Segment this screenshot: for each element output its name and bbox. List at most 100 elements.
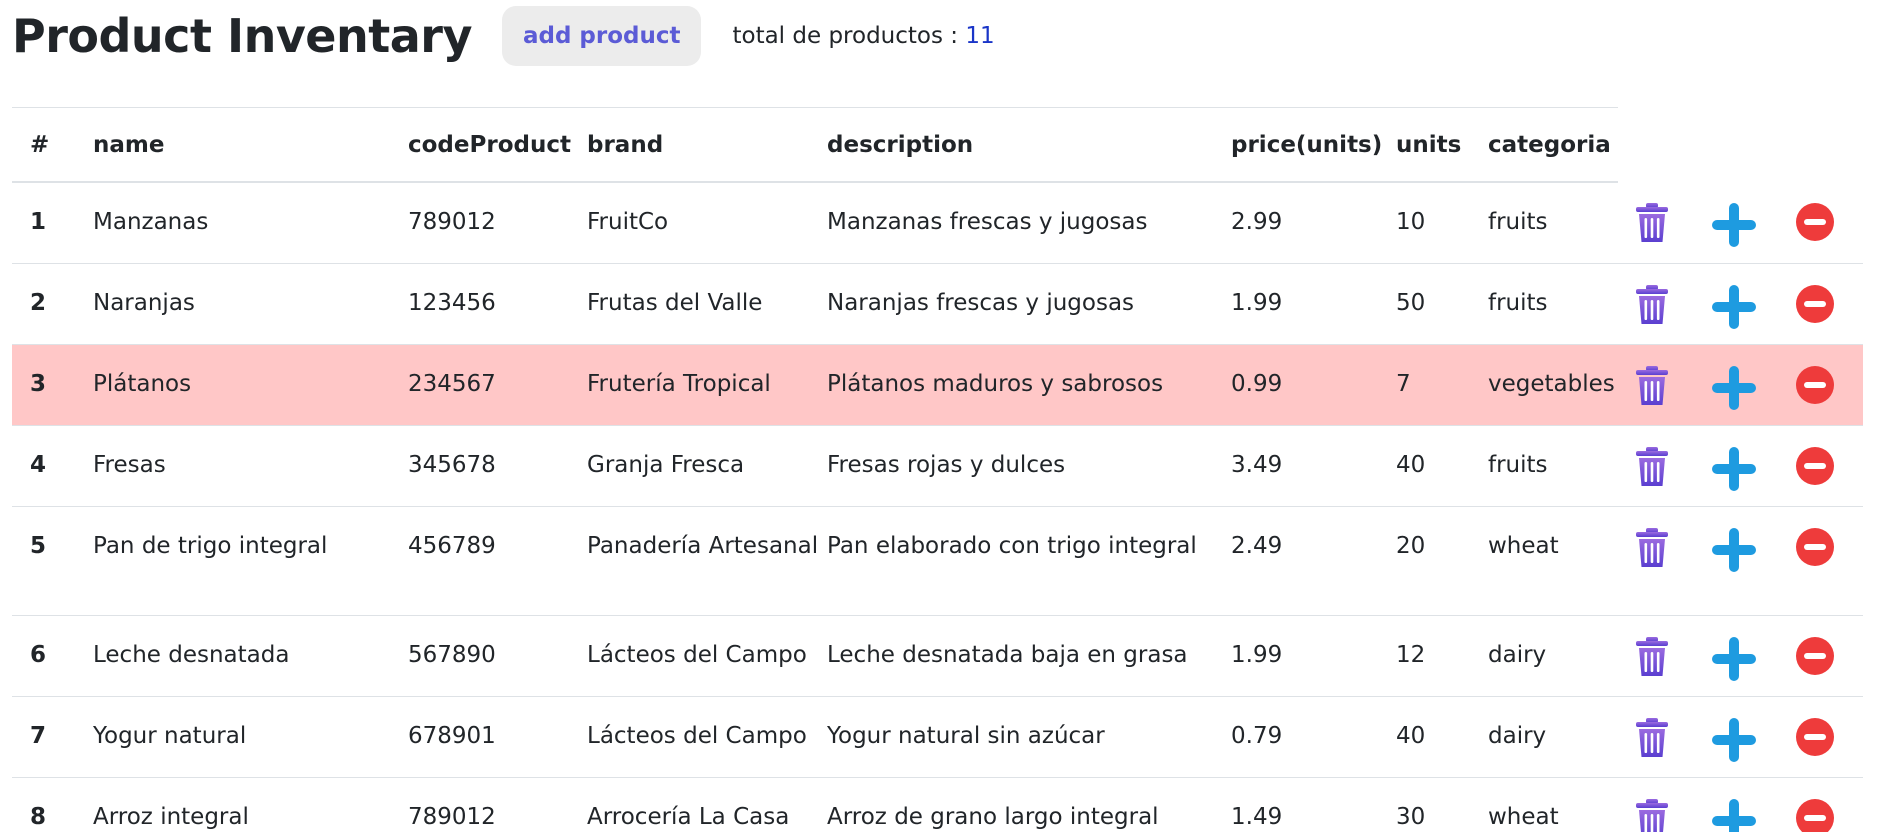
plus-icon[interactable] <box>1711 636 1757 693</box>
plus-icon[interactable] <box>1711 202 1757 259</box>
plus-icon[interactable] <box>1711 446 1757 503</box>
column-header-category: categoria <box>1488 108 1618 183</box>
cell-increase <box>1697 182 1779 264</box>
table-row: 6 Leche desnatada 567890 Lácteos del Cam… <box>12 615 1863 697</box>
trash-icon[interactable] <box>1634 202 1670 255</box>
table-row: 8 Arroz integral 789012 Arrocería La Cas… <box>12 777 1863 832</box>
trash-icon[interactable] <box>1634 527 1670 580</box>
cell-price: 1.99 <box>1231 615 1396 697</box>
trash-icon[interactable] <box>1634 798 1670 832</box>
table-body: 1 Manzanas 789012 FruitCo Manzanas fresc… <box>12 182 1863 832</box>
minus-circle-icon[interactable] <box>1795 284 1835 335</box>
trash-icon[interactable] <box>1634 365 1670 418</box>
page-title: Product Inventary <box>12 9 472 63</box>
cell-category: wheat <box>1488 506 1618 616</box>
cell-code: 789012 <box>408 182 587 264</box>
column-header-units: units <box>1396 108 1488 183</box>
table-header: # name codeProduct brand description pri… <box>12 108 1863 183</box>
column-header-name: name <box>93 108 408 183</box>
cell-number: 1 <box>12 182 93 264</box>
cell-name: Yogur natural <box>93 696 408 778</box>
plus-icon[interactable] <box>1711 365 1757 422</box>
cell-code: 123456 <box>408 263 587 345</box>
table-row: 2 Naranjas 123456 Frutas del Valle Naran… <box>12 263 1863 345</box>
cell-number: 8 <box>12 777 93 832</box>
cell-units: 40 <box>1396 696 1488 778</box>
cell-code: 456789 <box>408 506 587 616</box>
cell-name: Leche desnatada <box>93 615 408 697</box>
cell-name: Arroz integral <box>93 777 408 832</box>
cell-price: 2.99 <box>1231 182 1396 264</box>
minus-circle-icon[interactable] <box>1795 365 1835 416</box>
cell-brand: Frutería Tropical <box>587 344 827 426</box>
total-products-count: 11 <box>965 23 995 49</box>
minus-circle-icon[interactable] <box>1795 446 1835 497</box>
cell-name: Fresas <box>93 425 408 507</box>
cell-category: fruits <box>1488 425 1618 507</box>
column-header-description: description <box>827 108 1231 183</box>
cell-number: 6 <box>12 615 93 697</box>
minus-circle-icon[interactable] <box>1795 636 1835 687</box>
cell-units: 12 <box>1396 615 1488 697</box>
cell-number: 5 <box>12 506 93 616</box>
cell-code: 345678 <box>408 425 587 507</box>
cell-price: 1.99 <box>1231 263 1396 345</box>
cell-brand: Arrocería La Casa <box>587 777 827 832</box>
plus-icon[interactable] <box>1711 717 1757 774</box>
plus-icon[interactable] <box>1711 798 1757 832</box>
cell-description: Naranjas frescas y jugosas <box>827 263 1231 345</box>
cell-delete <box>1618 344 1697 426</box>
cell-decrease <box>1779 263 1863 345</box>
plus-icon[interactable] <box>1711 284 1757 341</box>
trash-icon[interactable] <box>1634 284 1670 337</box>
cell-brand: Panadería Artesanal <box>587 506 827 616</box>
cell-brand: Granja Fresca <box>587 425 827 507</box>
column-header-number: # <box>12 108 93 183</box>
table-row: 5 Pan de trigo integral 456789 Panadería… <box>12 506 1863 616</box>
cell-code: 678901 <box>408 696 587 778</box>
add-product-button[interactable]: add product <box>501 6 702 66</box>
minus-circle-icon[interactable] <box>1795 202 1835 253</box>
total-products: total de productos : 11 <box>732 23 994 49</box>
cell-units: 30 <box>1396 777 1488 832</box>
cell-decrease <box>1779 182 1863 264</box>
cell-description: Pan elaborado con trigo integral <box>827 506 1231 616</box>
minus-circle-icon[interactable] <box>1795 798 1835 832</box>
cell-name: Pan de trigo integral <box>93 506 408 616</box>
cell-description: Plátanos maduros y sabrosos <box>827 344 1231 426</box>
cell-number: 2 <box>12 263 93 345</box>
table-row: 3 Plátanos 234567 Frutería Tropical Plát… <box>12 344 1863 426</box>
cell-price: 0.79 <box>1231 696 1396 778</box>
cell-code: 234567 <box>408 344 587 426</box>
cell-delete <box>1618 696 1697 778</box>
cell-delete <box>1618 182 1697 264</box>
cell-decrease <box>1779 615 1863 697</box>
cell-units: 50 <box>1396 263 1488 345</box>
cell-brand: FruitCo <box>587 182 827 264</box>
cell-number: 7 <box>12 696 93 778</box>
trash-icon[interactable] <box>1634 446 1670 499</box>
cell-decrease <box>1779 777 1863 832</box>
trash-icon[interactable] <box>1634 717 1670 770</box>
plus-icon[interactable] <box>1711 527 1757 584</box>
cell-brand: Lácteos del Campo <box>587 615 827 697</box>
cell-brand: Lácteos del Campo <box>587 696 827 778</box>
table-row: 4 Fresas 345678 Granja Fresca Fresas roj… <box>12 425 1863 507</box>
column-header-decrease <box>1779 108 1863 182</box>
minus-circle-icon[interactable] <box>1795 717 1835 768</box>
trash-icon[interactable] <box>1634 636 1670 689</box>
cell-category: wheat <box>1488 777 1618 832</box>
cell-increase <box>1697 425 1779 507</box>
column-header-delete <box>1618 108 1697 182</box>
page-header: Product Inventary add product total de p… <box>12 0 995 72</box>
cell-delete <box>1618 615 1697 697</box>
cell-decrease <box>1779 344 1863 426</box>
column-header-price: price(units) <box>1231 108 1396 183</box>
cell-category: vegetables <box>1488 344 1618 426</box>
cell-category: fruits <box>1488 263 1618 345</box>
column-header-increase <box>1697 108 1779 182</box>
cell-delete <box>1618 506 1697 616</box>
cell-number: 3 <box>12 344 93 426</box>
minus-circle-icon[interactable] <box>1795 527 1835 578</box>
cell-increase <box>1697 263 1779 345</box>
